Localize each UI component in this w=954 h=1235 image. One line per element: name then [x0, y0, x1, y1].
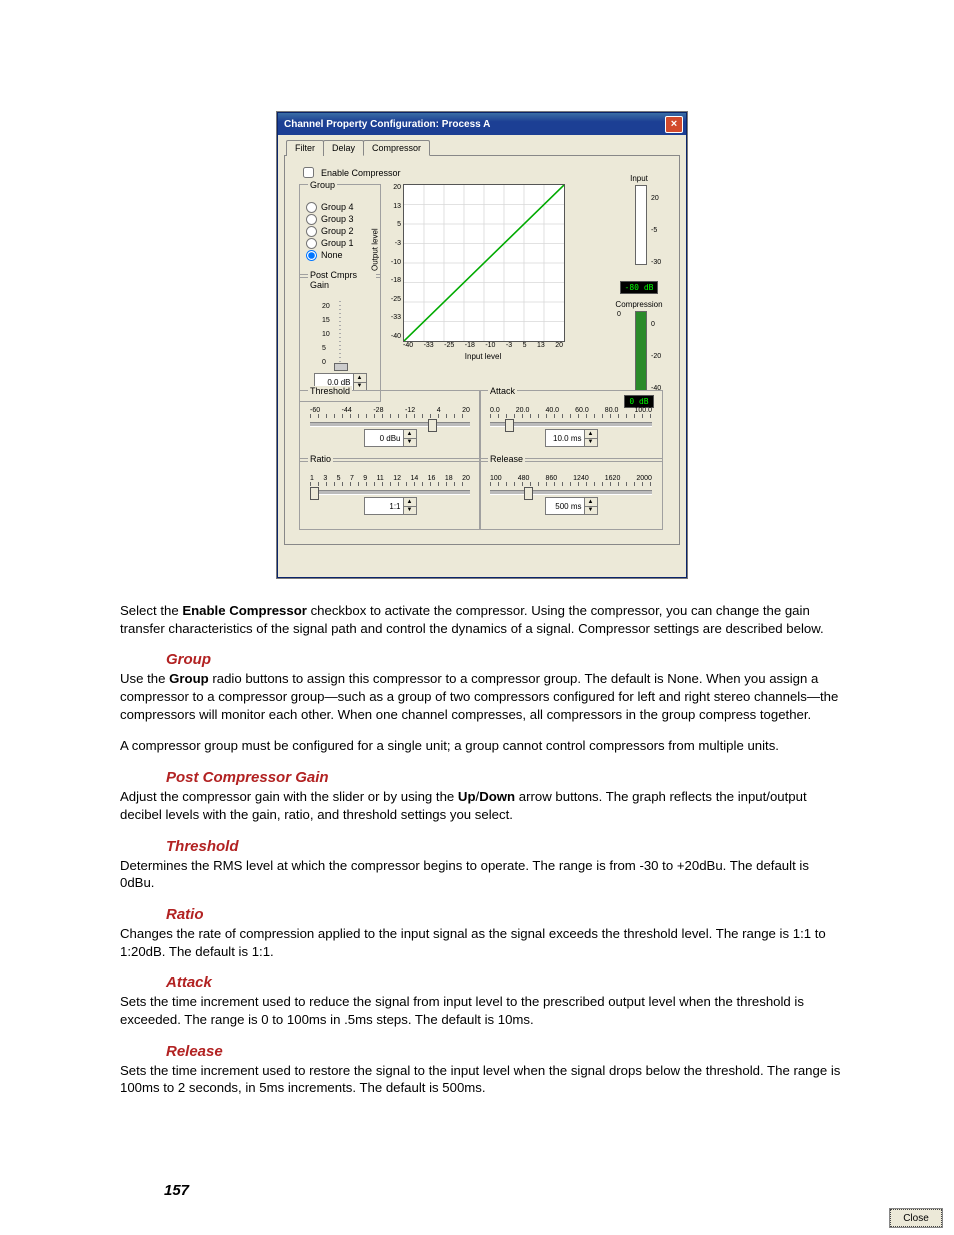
threshold-fieldset: Threshold -60-44-28-12420 ▲▼ — [299, 390, 481, 462]
chevron-down-icon[interactable]: ▼ — [585, 439, 597, 447]
group-radio[interactable] — [306, 214, 317, 225]
tab-compressor[interactable]: Compressor — [363, 140, 430, 156]
threshold-spinner[interactable]: ▲▼ — [404, 429, 417, 447]
ratio-input[interactable] — [364, 497, 404, 515]
group-option[interactable]: Group 4 — [306, 201, 374, 213]
chevron-down-icon[interactable]: ▼ — [404, 507, 416, 515]
close-icon[interactable]: × — [665, 116, 683, 133]
threshold-paragraph: Determines the RMS level at which the co… — [120, 857, 844, 892]
meters-panel: Input 20-5-30 -80 dB Compression 0 — [603, 174, 675, 384]
heading-attack: Attack — [166, 974, 844, 991]
threshold-slider[interactable] — [310, 422, 470, 427]
attack-input[interactable] — [545, 429, 585, 447]
compression-meter — [635, 311, 647, 391]
attack-fieldset: Attack 0.020.040.060.080.0100.0 ▲▼ — [479, 390, 663, 462]
heading-ratio: Ratio — [166, 906, 844, 923]
group-radio[interactable] — [306, 226, 317, 237]
release-input[interactable] — [545, 497, 585, 515]
post-gain-spinner[interactable]: ▲▼ — [354, 373, 367, 391]
attack-slider[interactable] — [490, 422, 652, 427]
attack-legend: Attack — [488, 386, 517, 396]
dialog-title: Channel Property Configuration: Process … — [284, 119, 665, 130]
attack-paragraph: Sets the time increment used to reduce t… — [120, 993, 844, 1028]
release-spinner[interactable]: ▲▼ — [585, 497, 598, 515]
release-legend: Release — [488, 454, 525, 464]
attack-spinner[interactable]: ▲▼ — [585, 429, 598, 447]
compressor-graph: Output level 20135-3-10-18-25-33-40 — [381, 184, 563, 358]
heading-threshold: Threshold — [166, 838, 844, 855]
ratio-slider[interactable] — [310, 490, 470, 495]
chevron-down-icon[interactable]: ▼ — [404, 439, 416, 447]
post-gain-legend: Post Cmprs Gain — [308, 270, 376, 290]
tab-delay[interactable]: Delay — [323, 140, 364, 156]
group-radio[interactable] — [306, 250, 317, 261]
group-option[interactable]: Group 2 — [306, 225, 374, 237]
group-fieldset: Group Group 4Group 3Group 2Group 1None — [299, 184, 381, 278]
compressor-panel: Enable Compressor Group Group 4 Group 3 Gr… — [284, 156, 680, 545]
chevron-down-icon[interactable]: ▼ — [585, 507, 597, 515]
heading-post-gain: Post Compressor Gain — [166, 769, 844, 786]
group-option-label: Group 4 — [321, 202, 354, 212]
chevron-up-icon[interactable]: ▲ — [404, 430, 416, 439]
enable-compressor-input[interactable] — [303, 167, 314, 178]
dialog-window: Channel Property Configuration: Process … — [277, 112, 687, 578]
group-option-label: Group 3 — [321, 214, 354, 224]
group-option[interactable]: None — [306, 249, 374, 261]
ratio-fieldset: Ratio 13579111214161820 ▲▼ — [299, 458, 481, 530]
group-option-label: Group 1 — [321, 238, 354, 248]
group-radio[interactable] — [306, 202, 317, 213]
group-option-label: Group 2 — [321, 226, 354, 236]
group-option[interactable]: Group 1 — [306, 237, 374, 249]
threshold-input[interactable] — [364, 429, 404, 447]
page-number: 157 — [164, 1182, 189, 1199]
group-legend: Group — [308, 180, 337, 190]
post-gain-paragraph: Adjust the compressor gain with the slid… — [120, 788, 844, 823]
chevron-up-icon[interactable]: ▲ — [404, 498, 416, 507]
ratio-paragraph: Changes the rate of compression applied … — [120, 925, 844, 960]
dialog-tabs: Filter Delay Compressor — [284, 139, 680, 156]
release-paragraph: Sets the time increment used to restore … — [120, 1062, 844, 1097]
ratio-spinner[interactable]: ▲▼ — [404, 497, 417, 515]
chevron-up-icon[interactable]: ▲ — [354, 374, 366, 383]
tab-filter[interactable]: Filter — [286, 140, 324, 156]
chevron-up-icon[interactable]: ▲ — [585, 430, 597, 439]
post-gain-slider[interactable] — [334, 301, 346, 371]
chevron-up-icon[interactable]: ▲ — [585, 498, 597, 507]
threshold-legend: Threshold — [308, 386, 352, 396]
meter-compression-left-tick: 0 — [617, 311, 621, 318]
group-paragraph-2: A compressor group must be configured fo… — [120, 737, 844, 755]
post-gain-fieldset: Post Cmprs Gain 20151050 ▲▼ — [299, 274, 381, 402]
close-button[interactable]: Close — [890, 1209, 942, 1227]
graph-x-axis-label: Input level — [403, 352, 563, 361]
meter-compression-label: Compression — [603, 300, 675, 309]
group-paragraph-1: Use the Group radio buttons to assign th… — [120, 670, 844, 723]
ratio-legend: Ratio — [308, 454, 333, 464]
heading-group: Group — [166, 651, 844, 668]
group-option-label: None — [321, 250, 343, 260]
input-meter-readout: -80 dB — [620, 281, 659, 294]
chevron-down-icon[interactable]: ▼ — [354, 383, 366, 391]
input-meter — [635, 185, 647, 265]
meter-input-label: Input — [603, 174, 675, 183]
group-option[interactable]: Group 3 — [306, 213, 374, 225]
dialog-titlebar: Channel Property Configuration: Process … — [278, 113, 686, 135]
graph-y-axis-label: Output level — [371, 228, 380, 271]
group-radio[interactable] — [306, 238, 317, 249]
release-slider[interactable] — [490, 490, 652, 495]
intro-paragraph: Select the Enable Compressor checkbox to… — [120, 602, 844, 637]
release-fieldset: Release 100480860124016202000 ▲▼ — [479, 458, 663, 530]
heading-release: Release — [166, 1043, 844, 1060]
enable-compressor-label: Enable Compressor — [321, 168, 401, 178]
